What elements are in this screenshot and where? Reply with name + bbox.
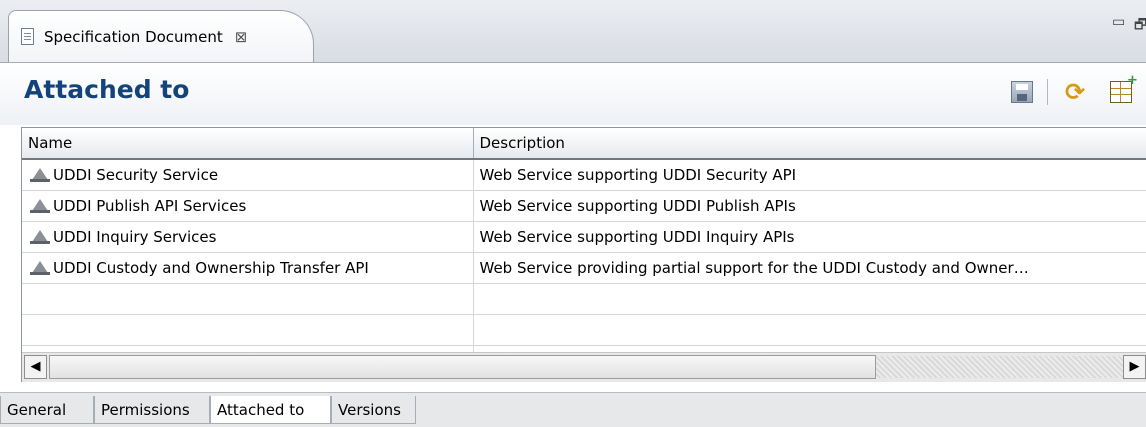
description-cell: Web Service supporting UDDI Publish APIs [473,190,1146,222]
empty-row [22,283,1146,315]
service-icon [28,168,50,183]
add-column-icon: + [1127,73,1138,88]
editor-tab-title: Specification Document [44,27,223,46]
toolbar-divider [1047,79,1048,105]
horizontal-scrollbar[interactable]: ◀ ▶ [22,352,1146,382]
scroll-right-button[interactable]: ▶ [1123,355,1146,379]
tab-attached-to[interactable]: Attached to [210,396,331,424]
column-header-name[interactable]: Name [22,128,474,160]
tab-permissions[interactable]: Permissions [94,396,210,424]
description-cell: Web Service providing partial support fo… [473,252,1146,284]
refresh-icon[interactable]: ⟳ [1065,80,1087,104]
service-icon [28,261,50,275]
restore-icon[interactable]: 🗗 [1134,14,1146,38]
close-icon[interactable]: ⊠ [235,28,248,46]
empty-cell [22,314,474,346]
scroll-left-button[interactable]: ◀ [24,355,47,379]
scroll-thumb[interactable] [49,355,876,379]
attached-to-table: Name Description UDDI Security Service W… [21,127,1146,382]
service-name: UDDI Custody and Ownership Transfer API [53,258,369,277]
table-row[interactable]: UDDI Custody and Ownership Transfer API … [22,252,1146,284]
minimize-icon[interactable]: ▭ [1112,14,1125,30]
name-cell: UDDI Inquiry Services [22,221,474,253]
name-cell: UDDI Custody and Ownership Transfer API [22,252,474,284]
form-header: Attached to ⟳ + [0,63,1146,125]
name-cell: UDDI Publish API Services [22,190,474,222]
empty-cell [22,283,474,315]
bottom-tab-bar: General Permissions Attached to Versions [0,392,1146,427]
description-cell: Web Service supporting UDDI Security API [473,159,1146,191]
description-cell: Web Service supporting UDDI Inquiry APIs [473,221,1146,253]
column-header-description[interactable]: Description [473,128,1146,160]
editor-tab-specification-document[interactable]: Specification Document ⊠ [8,10,314,62]
tab-general[interactable]: General [0,396,94,424]
editor-tab-bar: Specification Document ⊠ ▭ 🗗 [0,0,1146,63]
table-row[interactable]: UDDI Security Service Web Service suppor… [22,159,1146,191]
service-icon [28,230,50,244]
empty-row [22,314,1146,346]
service-icon [28,199,50,213]
page-title: Attached to [24,75,190,104]
table-header-row: Name Description [22,128,1146,160]
table-row[interactable]: UDDI Inquiry Services Web Service suppor… [22,221,1146,253]
save-icon[interactable] [1011,81,1033,103]
service-name: UDDI Inquiry Services [53,227,217,246]
service-name: UDDI Security Service [53,165,219,184]
empty-cell [473,314,1146,346]
service-name: UDDI Publish API Services [53,196,247,215]
table-row[interactable]: UDDI Publish API Services Web Service su… [22,190,1146,222]
name-cell: UDDI Security Service [22,159,474,191]
scroll-track[interactable] [876,356,1144,378]
document-icon [21,28,34,45]
empty-cell [473,283,1146,315]
tab-versions[interactable]: Versions [331,396,416,424]
